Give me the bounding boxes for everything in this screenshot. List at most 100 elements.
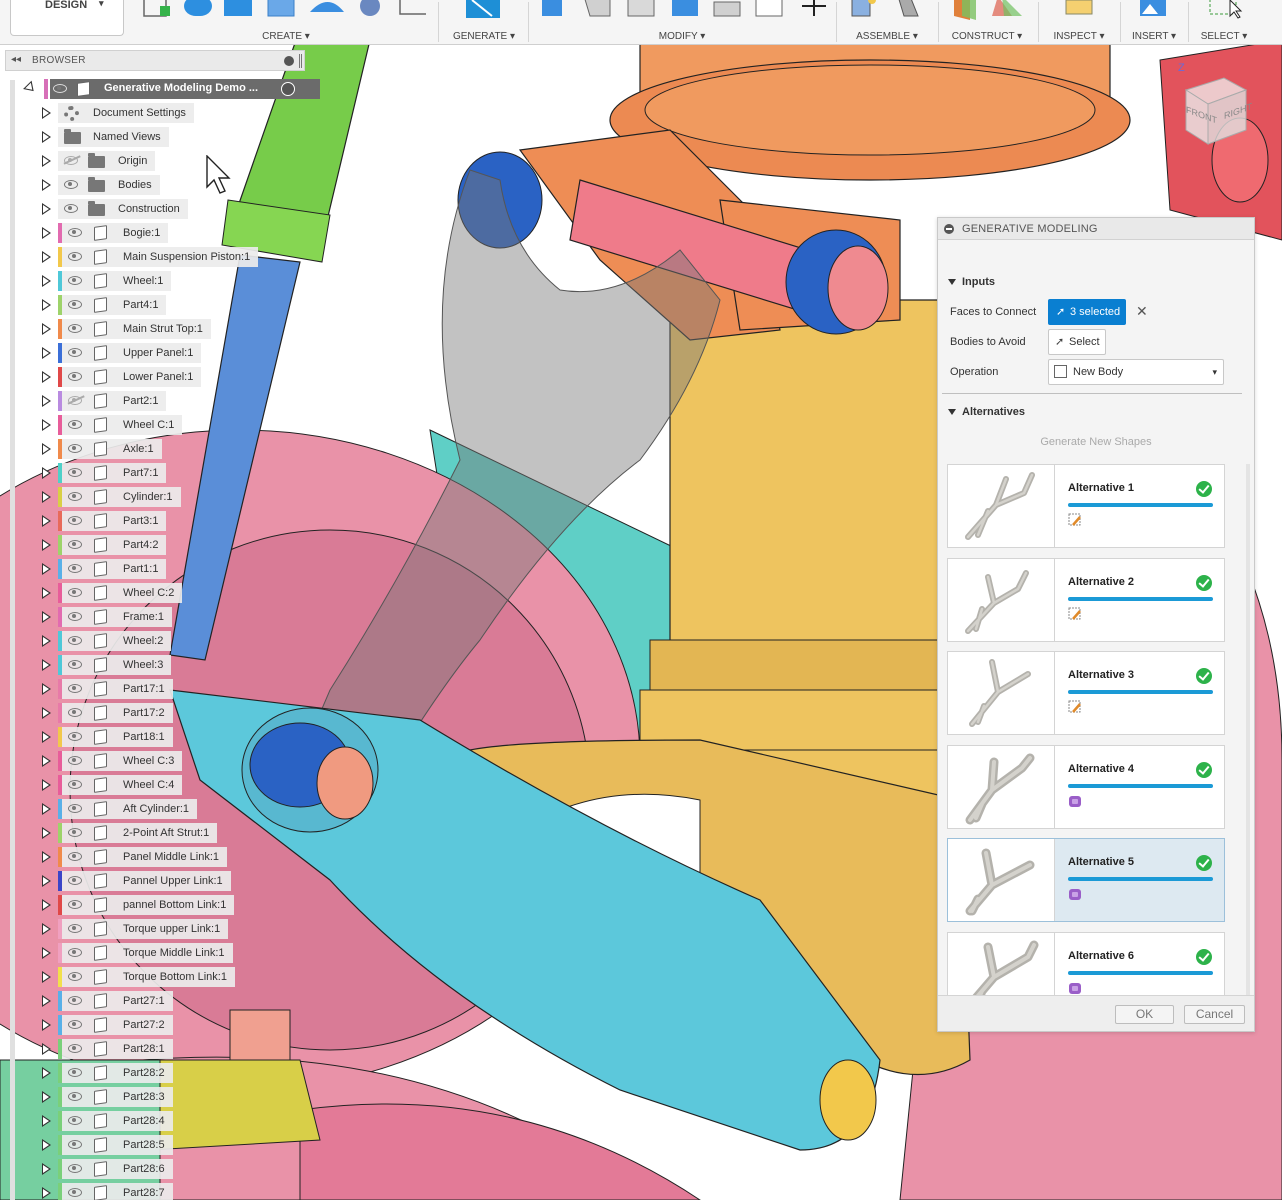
expand-toggle-icon[interactable] [42, 275, 51, 287]
visibility-eye-icon[interactable] [68, 468, 82, 477]
browser-tree-item[interactable]: Part28:2 [38, 1063, 298, 1083]
visibility-eye-icon[interactable] [68, 372, 82, 381]
visibility-eye-icon[interactable] [68, 252, 82, 261]
expand-toggle-icon[interactable] [42, 755, 51, 767]
expand-toggle-icon[interactable] [42, 419, 51, 431]
expand-toggle-icon[interactable] [42, 875, 51, 887]
pin-icon[interactable] [299, 54, 302, 68]
browser-tree-item[interactable]: Part28:3 [38, 1087, 298, 1107]
visibility-eye-icon[interactable] [68, 516, 82, 525]
browser-tree-item[interactable]: Named Views [38, 127, 298, 147]
assemble-group-label[interactable]: ASSEMBLE ▾ [840, 31, 934, 42]
expand-toggle-icon[interactable] [42, 707, 51, 719]
browser-tree-item[interactable]: Upper Panel:1 [38, 343, 298, 363]
browser-tree-item[interactable]: pannel Bottom Link:1 [38, 895, 298, 915]
visibility-eye-icon[interactable] [68, 708, 82, 717]
browser-tree-item[interactable]: Document Settings [38, 103, 298, 123]
collapse-panel-icon[interactable]: ◂◂ [11, 54, 21, 65]
visibility-eye-icon[interactable] [68, 756, 82, 765]
select-group-label[interactable]: SELECT ▾ [1192, 31, 1256, 42]
visibility-eye-icon[interactable] [68, 1068, 82, 1077]
visibility-eye-icon[interactable] [68, 1116, 82, 1125]
visibility-eye-icon[interactable] [64, 156, 78, 165]
visibility-eye-icon[interactable] [68, 1020, 82, 1029]
viewcube[interactable]: Z FRONT RIGHT [1176, 62, 1256, 150]
expand-toggle-icon[interactable] [42, 443, 51, 455]
browser-tree-item[interactable]: Wheel:2 [38, 631, 298, 651]
construct-group-label[interactable]: CONSTRUCT ▾ [942, 31, 1032, 42]
visibility-eye-icon[interactable] [68, 852, 82, 861]
visibility-eye-icon[interactable] [68, 276, 82, 285]
expand-toggle-icon[interactable] [42, 131, 51, 143]
visibility-eye-icon[interactable] [68, 828, 82, 837]
inspect-group-label[interactable]: INSPECT ▾ [1042, 31, 1116, 42]
browser-tree-item[interactable]: Bodies [38, 175, 298, 195]
browser-tree-item[interactable]: Panel Middle Link:1 [38, 847, 298, 867]
visibility-eye-icon[interactable] [68, 924, 82, 933]
minimize-icon[interactable] [284, 56, 294, 66]
visibility-eye-icon[interactable] [68, 396, 82, 405]
cancel-button[interactable]: Cancel [1184, 1005, 1245, 1024]
expand-toggle-icon[interactable] [42, 731, 51, 743]
expand-toggle-icon[interactable] [42, 371, 51, 383]
visibility-eye-icon[interactable] [68, 876, 82, 885]
expand-toggle-icon[interactable] [42, 1187, 51, 1199]
browser-tree-item[interactable]: Cylinder:1 [38, 487, 298, 507]
browser-tree-item[interactable]: Aft Cylinder:1 [38, 799, 298, 819]
visibility-eye-icon[interactable] [68, 228, 82, 237]
insert-group-label[interactable]: INSERT ▾ [1124, 31, 1184, 42]
visibility-eye-icon[interactable] [68, 1140, 82, 1149]
browser-tree-item[interactable]: Part4:2 [38, 535, 298, 555]
generative-design-icon[interactable] [442, 0, 526, 24]
browser-tree-item[interactable]: Part27:1 [38, 991, 298, 1011]
expand-toggle-icon[interactable] [23, 80, 38, 96]
expand-toggle-icon[interactable] [42, 1019, 51, 1031]
create-group-label[interactable]: CREATE ▾ [138, 31, 434, 42]
visibility-eye-icon[interactable] [68, 564, 82, 573]
expand-toggle-icon[interactable] [42, 635, 51, 647]
visibility-eye-icon[interactable] [68, 1092, 82, 1101]
browser-tree-item[interactable]: Part28:1 [38, 1039, 298, 1059]
expand-toggle-icon[interactable] [42, 323, 51, 335]
visibility-eye-icon[interactable] [68, 804, 82, 813]
browser-tree-item[interactable]: Pannel Upper Link:1 [38, 871, 298, 891]
expand-toggle-icon[interactable] [42, 515, 51, 527]
clear-selection-icon[interactable]: ✕ [1136, 304, 1148, 318]
expand-toggle-icon[interactable] [42, 155, 51, 167]
visibility-eye-icon[interactable] [64, 204, 78, 213]
expand-toggle-icon[interactable] [42, 179, 51, 191]
browser-tree-item[interactable]: Wheel C:4 [38, 775, 298, 795]
visibility-eye-icon[interactable] [68, 324, 82, 333]
expand-toggle-icon[interactable] [42, 587, 51, 599]
browser-tree-item[interactable]: Torque Middle Link:1 [38, 943, 298, 963]
visibility-eye-icon[interactable] [68, 444, 82, 453]
expand-toggle-icon[interactable] [42, 491, 51, 503]
visibility-eye-icon[interactable] [68, 1188, 82, 1197]
browser-tree-item[interactable]: Part1:1 [38, 559, 298, 579]
browser-tree-item[interactable]: Torque Bottom Link:1 [38, 967, 298, 987]
expand-toggle-icon[interactable] [42, 827, 51, 839]
ok-button[interactable]: OK [1115, 1005, 1174, 1024]
expand-toggle-icon[interactable] [42, 779, 51, 791]
visibility-eye-icon[interactable] [68, 300, 82, 309]
browser-tree-item[interactable]: Part27:2 [38, 1015, 298, 1035]
browser-tree-item[interactable]: Part17:2 [38, 703, 298, 723]
browser-tree-item[interactable]: Part18:1 [38, 727, 298, 747]
expand-toggle-icon[interactable] [42, 971, 51, 983]
expand-toggle-icon[interactable] [42, 1115, 51, 1127]
browser-scrollbar[interactable] [10, 80, 15, 1200]
browser-tree-item[interactable]: Part28:7 [38, 1183, 298, 1200]
browser-tree-item[interactable]: Part28:5 [38, 1135, 298, 1155]
visibility-eye-icon[interactable] [53, 84, 67, 93]
visibility-eye-icon[interactable] [68, 1044, 82, 1053]
modify-group-label[interactable]: MODIFY ▾ [532, 31, 832, 42]
visibility-eye-icon[interactable] [68, 660, 82, 669]
expand-toggle-icon[interactable] [42, 251, 51, 263]
visibility-eye-icon[interactable] [68, 948, 82, 957]
visibility-eye-icon[interactable] [68, 684, 82, 693]
browser-tree-item[interactable]: Main Strut Top:1 [38, 319, 298, 339]
bodies-to-avoid-select-button[interactable]: ➚ Select [1048, 329, 1106, 355]
expand-toggle-icon[interactable] [42, 203, 51, 215]
browser-tree-item[interactable]: Part2:1 [38, 391, 298, 411]
expand-toggle-icon[interactable] [42, 1139, 51, 1151]
